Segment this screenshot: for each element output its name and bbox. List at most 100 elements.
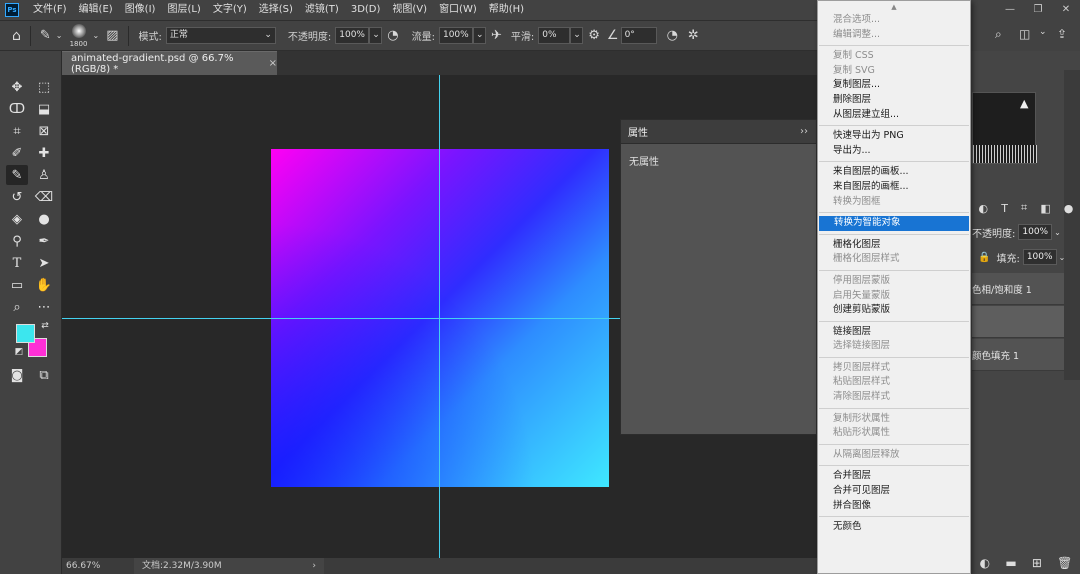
blur-icon[interactable]: ● <box>33 209 55 229</box>
close-icon[interactable]: ✕ <box>1052 0 1080 20</box>
close-tab-icon[interactable]: × <box>269 58 277 69</box>
pressure-opacity-icon[interactable]: ◔ <box>387 28 398 43</box>
filter-toggle-icon[interactable]: ● <box>1064 202 1074 215</box>
menu-filter[interactable]: 滤镜(T) <box>299 0 345 20</box>
context-menu-item[interactable]: 删除图层 <box>818 93 970 108</box>
smart-object-filter-icon[interactable]: ◧ <box>1040 202 1050 215</box>
foreground-color-swatch[interactable] <box>16 324 35 343</box>
mode-select[interactable]: 正常 ⌄ <box>165 27 276 44</box>
flow-field[interactable]: 100% <box>438 27 473 44</box>
context-menu-item[interactable]: 快速导出为 PNG <box>818 129 970 144</box>
screen-mode-icon[interactable]: ⧉ <box>33 365 55 385</box>
swap-colors-icon[interactable]: ⇄ <box>38 319 52 333</box>
context-menu-item[interactable]: 导出为... <box>818 144 970 159</box>
document-tab[interactable]: animated-gradient.psd @ 66.7%(RGB/8) * × <box>62 51 277 75</box>
horizontal-guide[interactable] <box>62 318 622 319</box>
history-brush-icon[interactable]: ↺ <box>6 187 28 207</box>
brush-preset-icon[interactable]: ✎ <box>40 28 51 43</box>
eraser-icon[interactable]: ⌫ <box>33 187 55 207</box>
context-menu-item[interactable]: 栅格化图层 <box>818 238 970 253</box>
brush-icon[interactable]: ✎ <box>6 165 28 185</box>
brush-settings-panel-icon[interactable]: ▨ <box>106 28 118 43</box>
restore-icon[interactable]: ❐ <box>1024 0 1052 20</box>
opacity-dropdown[interactable]: ⌄ <box>369 27 383 44</box>
rectangle-icon[interactable]: ▭ <box>6 275 28 295</box>
context-menu-item[interactable]: 来自图层的画框... <box>818 180 970 195</box>
menu-type[interactable]: 文字(Y) <box>207 0 253 20</box>
workspace-icon[interactable]: ◫ <box>1019 27 1030 41</box>
collapse-panel-icon[interactable]: ›› <box>800 126 816 137</box>
menu-help[interactable]: 帮助(H) <box>483 0 530 20</box>
shape-filter-icon[interactable]: ⌗ <box>1021 201 1027 215</box>
lasso-icon[interactable]: ↀ <box>6 99 28 119</box>
angle-field[interactable]: 0° <box>620 27 657 44</box>
smoothing-dropdown[interactable]: ⌄ <box>570 27 584 44</box>
context-menu-item[interactable]: 拼合图像 <box>818 499 970 514</box>
chevron-down-icon[interactable]: ⌄ <box>1059 253 1066 262</box>
marquee-icon[interactable]: ⬚ <box>33 77 55 97</box>
context-menu-item[interactable]: 从图层建立组... <box>818 108 970 123</box>
hand-icon[interactable]: ✋ <box>33 275 55 295</box>
home-icon[interactable]: ⌂ <box>12 28 21 44</box>
symmetry-icon[interactable]: ✲ <box>688 28 699 43</box>
chevron-down-icon[interactable]: ⌄ <box>1054 228 1061 237</box>
minimize-icon[interactable]: — <box>996 0 1024 20</box>
type-filter-icon[interactable]: T <box>1001 202 1008 215</box>
eyedropper-icon[interactable]: ✐ <box>6 143 28 163</box>
tab-properties[interactable]: 属性 <box>628 124 648 139</box>
new-group-icon[interactable]: ▬ <box>1005 556 1016 570</box>
menu-file[interactable]: 文件(F) <box>27 0 73 20</box>
move-icon[interactable]: ✥ <box>6 77 28 97</box>
context-menu-item[interactable]: 无颜色 <box>818 520 970 535</box>
healing-brush-icon[interactable]: ✚ <box>33 143 55 163</box>
context-menu-item[interactable]: 来自图层的画板... <box>818 165 970 180</box>
flow-dropdown[interactable]: ⌄ <box>472 27 486 44</box>
context-menu-item[interactable]: 合并图层 <box>818 469 970 484</box>
opacity-field[interactable]: 100% <box>335 27 370 44</box>
quick-mask-icon[interactable]: ◙ <box>6 365 28 385</box>
frame-icon[interactable]: ⊠ <box>33 121 55 141</box>
zoom-icon[interactable]: ⌕ <box>6 297 28 317</box>
paint-bucket-icon[interactable]: ◈ <box>6 209 28 229</box>
menu-window[interactable]: 窗口(W) <box>433 0 483 20</box>
menu-layer[interactable]: 图层(L) <box>161 0 206 20</box>
gear-icon[interactable]: ⚙ <box>588 28 600 43</box>
crop-icon[interactable]: ⌗ <box>6 121 28 141</box>
panel-scrollbar[interactable] <box>1064 70 1080 380</box>
scroll-up-arrow-icon[interactable]: ▲ <box>818 1 970 13</box>
smoothing-field[interactable]: 0% <box>538 27 571 44</box>
pressure-size-icon[interactable]: ◔ <box>667 28 678 43</box>
stamp-icon[interactable]: ♙ <box>33 165 55 185</box>
menu-view[interactable]: 视图(V) <box>386 0 433 20</box>
new-adjustment-icon[interactable]: ◐ <box>980 556 990 570</box>
layer-row[interactable]: 色相/饱和度 1 <box>972 273 1064 305</box>
context-menu-item[interactable]: 合并可见图层 <box>818 484 970 499</box>
layer-row[interactable] <box>972 306 1064 338</box>
more-tools-icon[interactable]: ⋯ <box>33 297 55 317</box>
layer-fill-field[interactable]: 100% <box>1022 249 1057 265</box>
chevron-right-icon[interactable]: › <box>312 558 316 574</box>
vertical-guide[interactable] <box>439 75 440 558</box>
chevron-down-icon[interactable]: ⌄ <box>1039 27 1047 37</box>
layer-row[interactable]: 颜色填充 1 <box>972 339 1064 371</box>
delete-layer-icon[interactable]: 🗑 <box>1057 556 1072 570</box>
zoom-level[interactable]: 66.67% <box>62 561 132 571</box>
share-icon[interactable]: ⇪ <box>1057 27 1067 41</box>
path-select-icon[interactable]: ➤ <box>33 253 55 273</box>
brush-size-picker[interactable]: 1800 <box>67 22 91 50</box>
dodge-icon[interactable]: ⚲ <box>6 231 28 251</box>
context-menu-item[interactable]: 链接图层 <box>818 325 970 340</box>
menu-3d[interactable]: 3D(D) <box>345 0 387 20</box>
warning-icon[interactable]: ▲ <box>1020 97 1028 110</box>
chevron-down-icon[interactable]: ⌄ <box>56 31 63 40</box>
menu-edit[interactable]: 编辑(E) <box>73 0 119 20</box>
context-menu-item[interactable]: 复制图层... <box>818 78 970 93</box>
menu-select[interactable]: 选择(S) <box>253 0 299 20</box>
adjustment-filter-icon[interactable]: ◐ <box>979 202 989 215</box>
pen-icon[interactable]: ✒ <box>33 231 55 251</box>
airbrush-icon[interactable]: ✈ <box>491 28 502 43</box>
lock-icon[interactable]: 🔒 <box>978 252 990 263</box>
new-layer-icon[interactable]: ⊞ <box>1032 556 1042 570</box>
type-icon[interactable]: T <box>6 253 28 273</box>
chevron-down-icon[interactable]: ⌄ <box>93 31 100 40</box>
